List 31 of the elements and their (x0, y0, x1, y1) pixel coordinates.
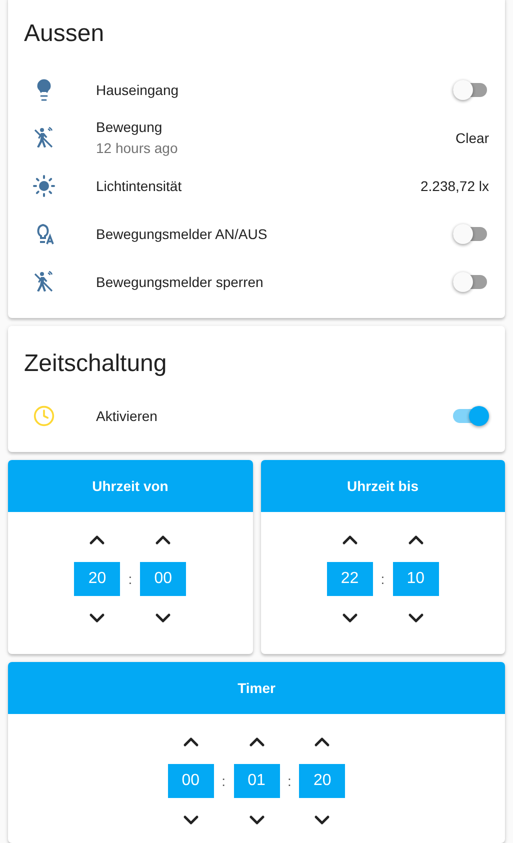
time-field[interactable]: 00 (140, 562, 186, 596)
time-field[interactable]: 22 (326, 562, 373, 596)
card-title: Aussen (24, 19, 106, 49)
time-separator: : (288, 772, 292, 790)
toggle-switch[interactable] (453, 80, 489, 100)
entity-state: 2.238,72 lx (420, 176, 489, 196)
entity-name: Bewegungsmelder sperren (96, 272, 264, 292)
time-field[interactable]: 00 (168, 764, 214, 798)
secondary-info: 12 hours ago (96, 139, 179, 158)
entity-name: Bewegung (96, 118, 164, 137)
card-title: Uhrzeit bis (346, 476, 419, 496)
entity-name: Bewegungsmelder AN/AUS (96, 224, 268, 244)
entity-name: Hauseingang (96, 80, 180, 100)
clock-icon (33, 405, 55, 427)
time-field[interactable]: 20 (74, 562, 120, 596)
time-field[interactable]: 10 (392, 562, 439, 596)
card-title: Timer (238, 678, 276, 698)
time-separator: : (222, 772, 226, 790)
time-separator: : (380, 570, 385, 588)
toggle-switch[interactable] (453, 224, 489, 244)
entity-state: Clear (456, 128, 489, 148)
time-separator: : (128, 570, 132, 588)
entity-name: Aktivieren (96, 406, 158, 426)
entity-name: Lichtintensität (96, 176, 183, 196)
card-title: Uhrzeit von (92, 476, 168, 496)
toggle-switch[interactable] (453, 272, 489, 292)
toggle-switch[interactable] (453, 406, 489, 426)
time-field[interactable]: 20 (299, 764, 346, 798)
sun-icon (32, 174, 56, 198)
time-field[interactable]: 01 (234, 764, 280, 798)
card-title: Zeitschaltung (24, 349, 168, 379)
